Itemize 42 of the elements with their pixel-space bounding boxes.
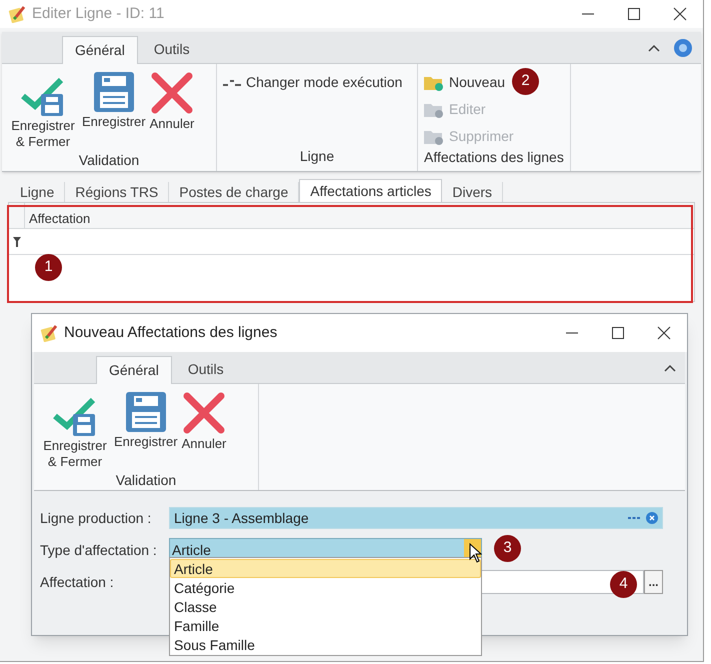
document-tab[interactable]: Affectations articles: [299, 179, 442, 202]
field-label: Affectation :: [40, 572, 115, 592]
filter-icon: [13, 236, 21, 246]
close-icon: [150, 72, 193, 114]
collapse-icon[interactable]: [647, 42, 661, 52]
browse-button[interactable]: ...: [644, 570, 663, 594]
ribbon-button[interactable]: Enregistrer: [114, 392, 178, 450]
collapse-icon[interactable]: [663, 362, 677, 372]
notepad-pencil-icon: [8, 5, 26, 23]
group-label: Validation: [78, 151, 140, 170]
field-label: Ligne production :: [40, 508, 152, 528]
dropdown-option[interactable]: Catégorie: [170, 578, 481, 597]
folder-add-icon[interactable]: [424, 74, 444, 90]
group-label: Affectations des lignes: [424, 148, 564, 167]
close-icon: [182, 392, 225, 434]
field-label: Type d'affectation :: [40, 540, 158, 560]
ribbon-button[interactable]: Enregistrer: [82, 72, 146, 130]
window-title: Editer Ligne - ID: 11: [32, 4, 164, 24]
dash-steps-icon: [223, 78, 241, 88]
dropdown-option[interactable]: Article: [170, 559, 481, 578]
dialog-title: Nouveau Affectations des lignes: [64, 322, 278, 343]
notepad-pencil-icon: [40, 324, 58, 342]
ribbon-button[interactable]: Nouveau: [424, 72, 506, 93]
column-header[interactable]: Affectation: [25, 203, 94, 228]
ribbon-button[interactable]: Changer mode exécution: [223, 72, 402, 93]
ribbon-button[interactable]: Enregistrer & Fermer: [40, 392, 110, 470]
ribbon-tab[interactable]: Général: [62, 36, 138, 64]
group-label: Validation: [114, 471, 178, 490]
ribbon-tab[interactable]: Outils: [176, 355, 236, 383]
ellipsis-icon[interactable]: [628, 516, 640, 520]
ribbon-button[interactable]: Enregistrer & Fermer: [8, 72, 78, 150]
lookup-field[interactable]: Ligne 3 - Assemblage: [169, 507, 663, 529]
ribbon-button[interactable]: Annuler: [182, 392, 226, 452]
ribbon-tab[interactable]: Général: [96, 356, 172, 384]
dropdown-option[interactable]: Sous Famille: [170, 635, 481, 654]
group-label: Ligne: [298, 147, 336, 166]
dropdown-option[interactable]: Classe: [170, 597, 481, 616]
clear-icon[interactable]: [646, 512, 658, 524]
dropdown-option[interactable]: Famille: [170, 616, 481, 635]
help-icon[interactable]: [673, 38, 693, 58]
ribbon-button[interactable]: Annuler: [150, 72, 194, 132]
ribbon-tab[interactable]: Outils: [142, 35, 202, 63]
